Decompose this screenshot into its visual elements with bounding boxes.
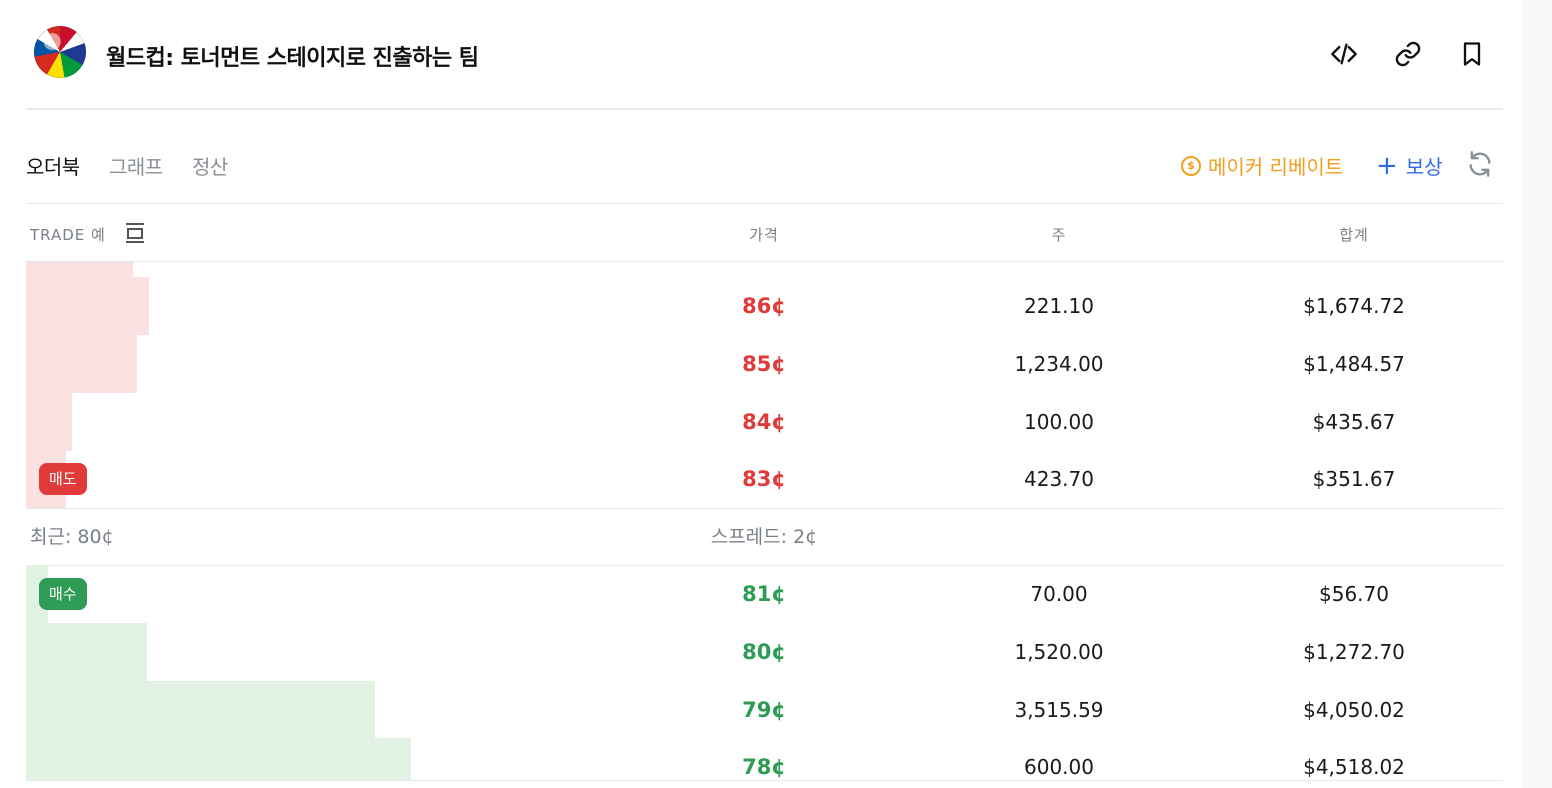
bid-total: $56.70	[1319, 582, 1389, 606]
book-layout-icon[interactable]	[124, 220, 146, 246]
ask-shares: 1,234.00	[1014, 352, 1104, 376]
market-header: 월드컵: 토너먼트 스테이지로 진출하는 팀	[26, 0, 1503, 110]
link-icon[interactable]	[1390, 36, 1426, 72]
market-title: 월드컵: 토너먼트 스테이지로 진출하는 팀	[106, 46, 479, 71]
spread-value: 스프레드: 2¢	[710, 526, 818, 548]
ask-total: $435.67	[1312, 410, 1396, 434]
tab-orderbook[interactable]: 오더북	[26, 151, 80, 180]
bid-total: $1,272.70	[1303, 640, 1405, 664]
trade-header: TRADE 예	[30, 226, 106, 244]
bid-row[interactable]: 78¢ 600.00 $4,518.02	[26, 738, 1503, 780]
bid-shares: 600.00	[1024, 755, 1094, 779]
reward-button[interactable]: + 보상	[1376, 151, 1443, 180]
ask-depth-bar	[26, 335, 137, 393]
bid-shares: 70.00	[1030, 582, 1088, 606]
ask-shares: 423.70	[1024, 467, 1094, 491]
total-header: 합계	[1339, 226, 1369, 244]
bid-row[interactable]: 매수 81¢ 70.00 $56.70	[26, 565, 1503, 623]
sell-badge: 매도	[39, 463, 87, 495]
ask-total: $1,674.72	[1303, 294, 1405, 318]
bid-price: 80¢	[742, 640, 786, 664]
bid-depth-bar	[26, 681, 375, 739]
ask-depth-bar	[26, 277, 149, 335]
plus-icon: +	[1376, 150, 1398, 181]
tab-graph[interactable]: 그래프	[109, 151, 163, 180]
ask-price: 85¢	[742, 352, 786, 376]
bid-price: 79¢	[742, 698, 786, 722]
bid-total: $4,518.02	[1303, 755, 1405, 779]
buy-badge: 매수	[39, 578, 87, 610]
scrollbar[interactable]	[1522, 0, 1552, 788]
spread-row: 최근: 80¢ 스프레드: 2¢	[26, 508, 1503, 566]
ask-row[interactable]: 매도 83¢ 423.70 $351.67	[26, 450, 1503, 508]
tab-bar: 오더북 그래프 정산 $ 메이커 리베이트 + 보상	[26, 110, 1503, 204]
ask-row[interactable]: 86¢ 221.10 $1,674.72	[26, 277, 1503, 335]
ask-row[interactable]: 85¢ 1,234.00 $1,484.57	[26, 335, 1503, 393]
reward-label: 보상	[1405, 155, 1443, 179]
ask-price: 83¢	[742, 467, 786, 491]
bid-shares: 1,520.00	[1014, 640, 1104, 664]
refresh-icon[interactable]	[1466, 150, 1494, 178]
bid-depth-bar	[26, 738, 411, 780]
orderbook-header: TRADE 예 가격 주 합계	[26, 204, 1503, 262]
bid-shares: 3,515.59	[1014, 698, 1104, 722]
maker-rebate-label: 메이커 리베이트	[1208, 155, 1344, 179]
bid-price: 81¢	[742, 582, 786, 606]
last-price: 최근: 80¢	[30, 526, 114, 548]
market-panel: 월드컵: 토너먼트 스테이지로 진출하는 팀 오더북 그래프 정산 $ 메이커 …	[26, 0, 1503, 788]
bid-depth-bar	[26, 623, 147, 681]
maker-rebate-button[interactable]: $ 메이커 리베이트	[1181, 151, 1343, 180]
ask-total: $351.67	[1312, 467, 1396, 491]
shares-header: 주	[1051, 226, 1067, 244]
ask-shares: 221.10	[1024, 294, 1094, 318]
bid-price: 78¢	[742, 755, 786, 779]
world-cup-logo	[34, 26, 86, 78]
table-bottom-border	[26, 780, 1503, 781]
bid-total: $4,050.02	[1303, 698, 1405, 722]
ask-row[interactable]: 84¢ 100.00 $435.67	[26, 393, 1503, 451]
ask-price: 84¢	[742, 410, 786, 434]
bookmark-icon[interactable]	[1454, 36, 1490, 72]
code-icon[interactable]	[1326, 36, 1362, 72]
ask-depth-bar	[26, 393, 72, 451]
ask-total: $1,484.57	[1303, 352, 1405, 376]
ask-depth-bar	[26, 262, 133, 278]
coin-icon: $	[1181, 155, 1201, 176]
price-header: 가격	[749, 226, 779, 244]
tab-resolution[interactable]: 정산	[192, 151, 228, 180]
bid-row[interactable]: 80¢ 1,520.00 $1,272.70	[26, 623, 1503, 681]
bid-row[interactable]: 79¢ 3,515.59 $4,050.02	[26, 681, 1503, 739]
ask-price: 86¢	[742, 294, 786, 318]
ask-shares: 100.00	[1024, 410, 1094, 434]
